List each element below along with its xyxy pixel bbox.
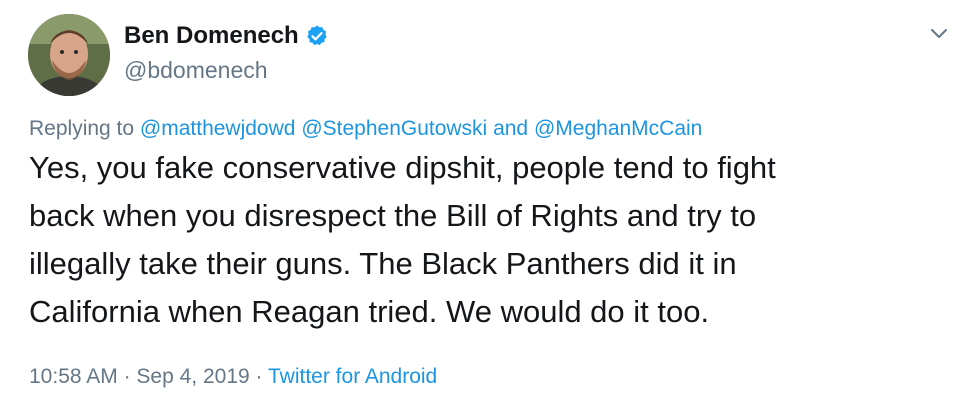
- author-name-row[interactable]: Ben Domenech: [124, 22, 329, 50]
- tweet-text-line: back when you disrespect the Bill of Rig…: [29, 198, 757, 233]
- verified-badge-icon: [305, 24, 329, 48]
- mention-link[interactable]: @matthewjdowd: [140, 117, 296, 140]
- tweet-card: Ben Domenech @bdomenech Replying to @mat…: [0, 0, 980, 417]
- tweet-text-line: California when Reagan tried. We would d…: [29, 294, 710, 329]
- tweet-text: Yes, you fake conservative dipshit, peop…: [29, 144, 954, 336]
- source-link[interactable]: Twitter for Android: [268, 365, 437, 388]
- timestamp-time[interactable]: 10:58 AM: [29, 365, 118, 388]
- tweet-metadata: 10:58 AM · Sep 4, 2019 · Twitter for And…: [29, 365, 437, 389]
- tweet-text-line: Yes, you fake conservative dipshit, peop…: [29, 150, 776, 185]
- mention-link[interactable]: @MeghanMcCain: [534, 117, 702, 140]
- display-name[interactable]: Ben Domenech: [124, 22, 299, 50]
- tweet-text-line: illegally take their guns. The Black Pan…: [29, 246, 737, 281]
- and-link[interactable]: and: [493, 117, 528, 140]
- timestamp-date[interactable]: Sep 4, 2019: [136, 365, 249, 388]
- chevron-down-icon[interactable]: [926, 20, 952, 46]
- replying-prefix: Replying to: [29, 117, 135, 140]
- author-handle[interactable]: @bdomenech: [124, 57, 268, 84]
- meta-separator: ·: [123, 365, 131, 388]
- meta-separator: ·: [255, 365, 263, 388]
- avatar[interactable]: [28, 14, 110, 96]
- mention-link[interactable]: @StephenGutowski: [301, 117, 487, 140]
- replying-to-line: Replying to @matthewjdowd @StephenGutows…: [29, 117, 702, 141]
